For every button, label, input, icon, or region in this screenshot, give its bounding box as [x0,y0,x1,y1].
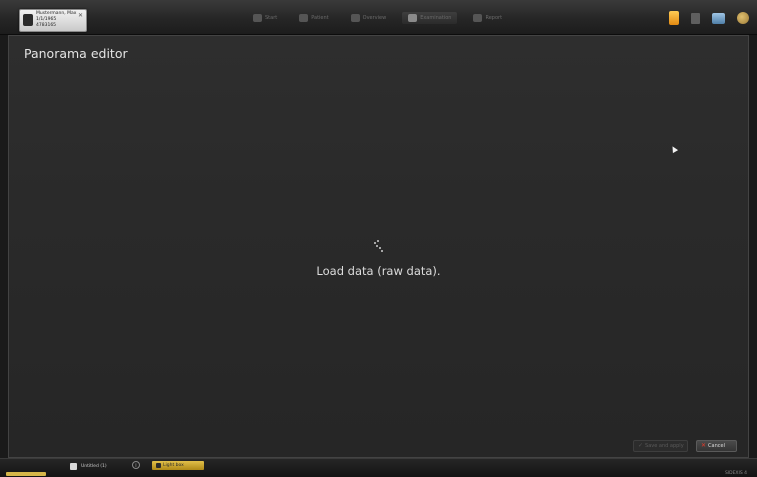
examination-icon [408,14,418,22]
tab-examination[interactable]: Examination [402,12,458,24]
globe-icon[interactable] [737,12,749,24]
nav-tabs: Start Patient Overview Examination Repor… [247,12,508,26]
tab-patient[interactable]: Patient [293,12,334,24]
cancel-label: Cancel [708,443,725,449]
tab-report[interactable]: Report [467,12,508,24]
patient-card[interactable]: Mustermann, Max 1/1/1965 4783165 ✕ [19,9,87,32]
loading-status-text: Load data (raw data). [316,264,441,278]
patient-id: 4783165 [36,23,57,28]
report-icon [473,14,483,22]
loading-spinner-icon [373,240,383,252]
cancel-x-icon: ✕ [701,442,707,449]
tab-start[interactable]: Start [247,12,283,24]
patient-info: Mustermann, Max 1/1/1965 4783165 [36,11,76,29]
tab-label: Patient [311,15,329,21]
tab-label: Start [265,15,278,21]
cancel-button[interactable]: ✕ Cancel [696,440,737,452]
save-and-apply-button[interactable]: ✓ Save and apply [633,440,688,452]
header-icons [669,11,749,25]
apply-label: Save and apply [645,443,684,449]
document-icon [70,462,77,470]
tab-label: Report [485,15,503,21]
light-box-tab[interactable]: Light box [152,461,204,470]
light-box-label: Light box [163,463,184,468]
info-icon[interactable]: i [132,461,140,469]
start-icon [253,14,262,22]
bottom-bar: Untitled (1) i Light box SIDEXIS 4 [0,458,757,477]
folder-icon[interactable] [669,11,679,25]
document-label: Untitled (1) [81,463,107,469]
top-bar: Mustermann, Max 1/1/1965 4783165 ✕ Start… [0,0,757,35]
document-tab[interactable]: Untitled (1) [70,461,107,471]
tab-label: Overview [362,15,387,21]
version-label: SIDEXIS 4 [724,471,747,476]
patient-tab-icon [299,14,309,22]
tab-label: Examination [420,15,452,21]
monitor-icon[interactable] [712,12,725,24]
page-title: Panorama editor [24,46,128,61]
close-patient-icon[interactable]: ✕ [78,12,83,19]
check-icon: ✓ [638,442,644,449]
trash-icon[interactable] [691,12,700,24]
patient-icon [23,14,33,26]
brand-logo [6,472,46,476]
overview-icon [350,14,360,22]
tab-overview[interactable]: Overview [345,12,393,24]
light-box-icon [156,463,161,468]
